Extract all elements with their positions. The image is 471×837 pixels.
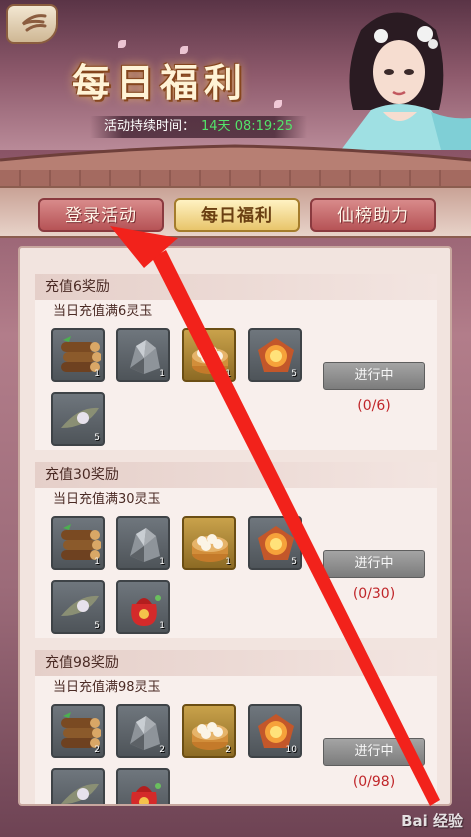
reward-title: 充值30奖励 (35, 462, 437, 488)
reward-title: 充值98奖励 (35, 650, 437, 676)
reward-item-ore[interactable]: 2 (116, 704, 170, 758)
reward-card: 充值98奖励 当日充值满98灵玉 2 2 2 10 进行中 (0/98) (35, 650, 437, 804)
item-count: 5 (94, 621, 100, 631)
reward-item-wood-logs[interactable]: 1 (51, 516, 105, 570)
reward-item-wood-logs[interactable]: 2 (51, 704, 105, 758)
tab-login-activity[interactable]: 登录活动 (38, 198, 164, 232)
watermark: Bai 经验 (401, 812, 463, 830)
progress-count: (0/98) (352, 774, 396, 790)
item-count: 1 (225, 369, 231, 379)
page-title: 每日福利 (72, 60, 249, 105)
item-count: 5 (291, 369, 297, 379)
reward-item-lucky-bag[interactable]: 1 (116, 580, 170, 634)
back-button[interactable] (6, 4, 58, 44)
reward-item-wood-logs[interactable]: 1 (51, 328, 105, 382)
item-count: 1 (225, 557, 231, 567)
duration-label: 活动持续时间： (104, 119, 196, 134)
item-count: 1 (159, 369, 165, 379)
item-count: 1 (94, 369, 100, 379)
item-count: 5 (94, 433, 100, 443)
item-count: 5 (291, 557, 297, 567)
item-count: 2 (225, 745, 231, 755)
item-count: 1 (159, 621, 165, 631)
reward-condition: 当日充值满98灵玉 (53, 680, 161, 695)
back-arrow-icon (21, 14, 47, 32)
progress-count: (0/6) (357, 398, 391, 414)
progress-count: (0/30) (352, 586, 396, 602)
reward-item-ore[interactable]: 1 (116, 328, 170, 382)
item-count: 2 (159, 745, 165, 755)
reward-item-pearl[interactable]: 5 (51, 580, 105, 634)
reward-item-pearl[interactable]: 5 (51, 392, 105, 446)
reward-item-lucky-bag[interactable] (116, 768, 170, 804)
reward-item-pearl[interactable] (51, 768, 105, 804)
petal-decoration (118, 40, 126, 48)
character-portrait (321, 0, 471, 150)
reward-list-panel[interactable]: 充值6奖励 当日充值满6灵玉 1 1 1 5 5 进行中 (0/6) 充值30奖… (18, 246, 452, 806)
reward-condition: 当日充值满30灵玉 (53, 492, 161, 507)
item-count: 2 (94, 745, 100, 755)
reward-item-fire-crystal[interactable]: 10 (248, 704, 302, 758)
reward-title: 充值6奖励 (35, 274, 437, 300)
lucky-bag-icon (131, 783, 161, 804)
duration-timer: 14天 08:19:25 (201, 119, 294, 134)
tab-immortal-ranking[interactable]: 仙榜助力 (310, 198, 436, 232)
in-progress-button[interactable]: 进行中 (323, 738, 425, 766)
item-count: 1 (94, 557, 100, 567)
in-progress-button[interactable]: 进行中 (323, 362, 425, 390)
reward-item-buns[interactable]: 1 (182, 516, 236, 570)
reward-item-ore[interactable]: 1 (116, 516, 170, 570)
reward-item-fire-crystal[interactable]: 5 (248, 328, 302, 382)
reward-card: 充值6奖励 当日充值满6灵玉 1 1 1 5 5 进行中 (0/6) (35, 274, 437, 450)
reward-item-fire-crystal[interactable]: 5 (248, 516, 302, 570)
tab-bar: 登录活动 每日福利 仙榜助力 (0, 186, 471, 238)
pearl-leaf-icon (61, 783, 99, 804)
reward-condition: 当日充值满6灵玉 (53, 304, 153, 319)
item-count: 1 (159, 557, 165, 567)
reward-item-buns[interactable]: 1 (182, 328, 236, 382)
tab-daily-welfare[interactable]: 每日福利 (174, 198, 300, 232)
item-count: 10 (285, 745, 297, 755)
reward-item-buns[interactable]: 2 (182, 704, 236, 758)
in-progress-button[interactable]: 进行中 (323, 550, 425, 578)
activity-duration: 活动持续时间： 14天 08:19:25 (90, 116, 308, 138)
reward-card: 充值30奖励 当日充值满30灵玉 1 1 1 5 5 1 进行中 (0/30) (35, 462, 437, 638)
pavilion-roof (0, 144, 471, 186)
petal-decoration (274, 100, 282, 108)
